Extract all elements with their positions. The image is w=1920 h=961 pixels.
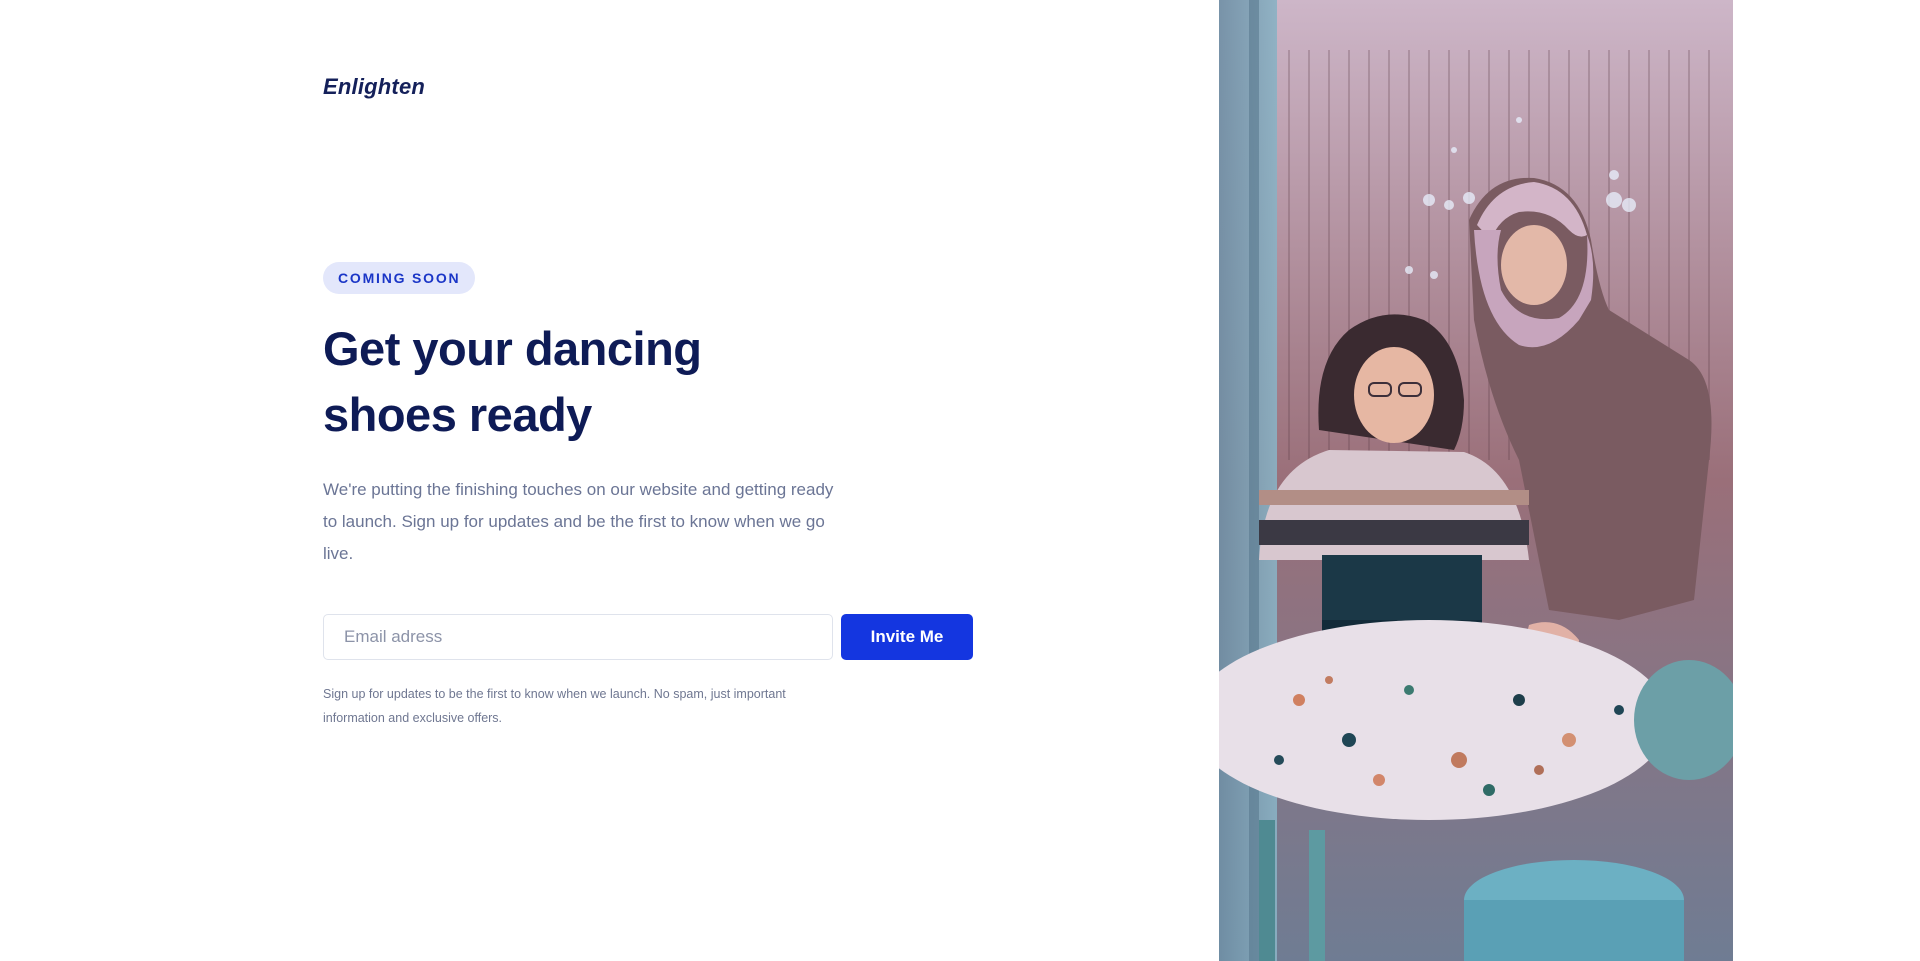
invite-me-button[interactable]: Invite Me — [841, 614, 973, 660]
brand-logo[interactable]: Enlighten — [323, 74, 425, 100]
signup-fineprint: Sign up for updates to be the first to k… — [323, 687, 786, 725]
hero-section: COMING SOON Get your dancing shoes ready… — [323, 262, 1003, 730]
signup-form: Invite Me — [323, 614, 1003, 660]
email-field[interactable] — [323, 614, 833, 660]
hero-description: We're putting the finishing touches on o… — [323, 480, 834, 563]
two-women-laptop-photo-icon — [1219, 0, 1733, 961]
page-title: Get your dancing shoes ready — [323, 322, 702, 441]
coming-soon-badge: COMING SOON — [323, 262, 476, 294]
coming-soon-page: Enlighten COMING SOON Get your dancing s… — [0, 0, 1920, 961]
hero-photo — [1219, 0, 1733, 961]
